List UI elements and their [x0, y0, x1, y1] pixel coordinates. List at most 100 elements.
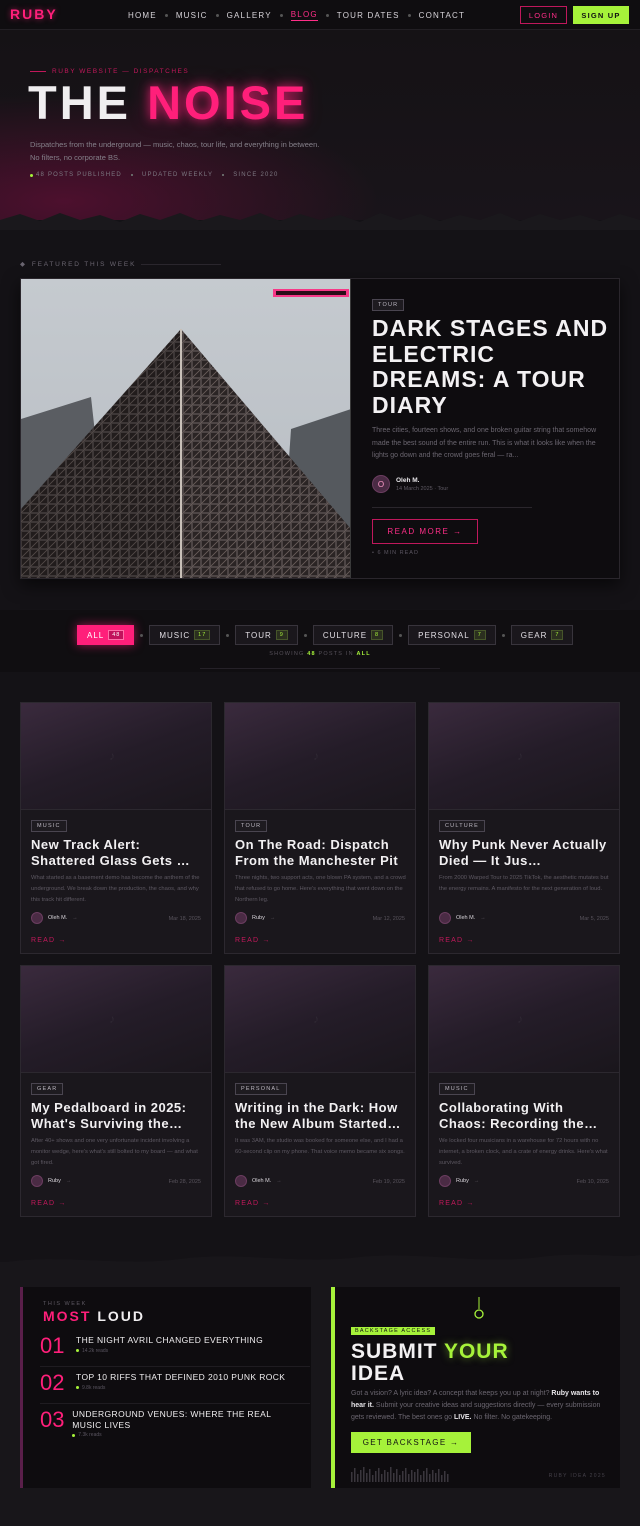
- post-title[interactable]: My Pedalboard in 2025: What's Surviving …: [31, 1100, 206, 1131]
- login-button[interactable]: LOGIN: [520, 6, 567, 24]
- post-tag[interactable]: TOUR: [235, 820, 268, 832]
- read-more-button[interactable]: READ MORE →: [372, 519, 478, 544]
- post-title[interactable]: New Track Alert: Shattered Glass Gets …: [31, 837, 206, 868]
- nav-link-blog[interactable]: BLOG: [290, 10, 318, 21]
- post-date: Mar 5, 2025: [579, 916, 609, 922]
- nav-link-music[interactable]: MUSIC: [176, 11, 208, 20]
- post-title[interactable]: Why Punk Never Actually Died — It Jus…: [439, 837, 614, 868]
- nav-link-home[interactable]: HOME: [128, 11, 157, 20]
- arrow-icon: →: [480, 915, 486, 921]
- post-author: Oleh M. →: [31, 912, 78, 924]
- post-card[interactable]: ♪ MUSIC Collaborating With Chaos: Record…: [428, 965, 620, 1217]
- post-card[interactable]: ♪ GEAR My Pedalboard in 2025: What's Sur…: [20, 965, 212, 1217]
- most-loud-title-rest: LOUD: [91, 1308, 146, 1324]
- ranked-item[interactable]: 02 TOP 10 RIFFS THAT DEFINED 2010 PUNK R…: [40, 1372, 300, 1394]
- hero-subtitle: Dispatches from the underground — music,…: [30, 140, 320, 162]
- read-link[interactable]: READ →: [439, 1200, 475, 1207]
- filter-separator: [303, 633, 307, 637]
- post-date: Feb 28, 2025: [168, 1179, 201, 1185]
- get-backstage-button[interactable]: GET BACKSTAGE →: [351, 1432, 471, 1453]
- submit-text-3: No filter. No gatekeeping.: [471, 1414, 553, 1421]
- read-link[interactable]: READ →: [235, 937, 271, 944]
- read-link[interactable]: READ →: [31, 937, 67, 944]
- submit-footer-label: RUBY IDEA 2025: [548, 1473, 606, 1479]
- author-name: Oleh M.: [396, 476, 420, 484]
- logo[interactable]: RUBY: [10, 6, 58, 22]
- nav-link-gallery[interactable]: GALLERY: [227, 11, 272, 20]
- hero-torn-edge: [0, 213, 640, 230]
- filter-label: MUSIC: [159, 630, 191, 640]
- filter-separator: [140, 633, 144, 637]
- filter-gear[interactable]: GEAR 7: [510, 625, 574, 645]
- post-excerpt: After 40+ shows and one very unfortunate…: [31, 1138, 198, 1166]
- post-thumbnail[interactable]: ♪: [225, 703, 415, 810]
- meta-updated: UPDATED WEEKLY: [141, 172, 214, 178]
- featured-title[interactable]: DARK STAGES AND ELECTRIC DREAMS: A TOUR …: [372, 315, 612, 418]
- post-tag[interactable]: PERSONAL: [235, 1083, 287, 1095]
- post-date: Feb 10, 2025: [576, 1179, 609, 1185]
- featured-post-card[interactable]: TOUR DARK STAGES AND ELECTRIC DREAMS: A …: [20, 278, 620, 579]
- ranked-item[interactable]: 01 THE NIGHT AVRIL CHANGED EVERYTHING 14.…: [40, 1335, 300, 1357]
- read-link[interactable]: READ →: [31, 1200, 67, 1207]
- rank-number: 01: [40, 1333, 65, 1358]
- hero-title-part1: THE: [28, 76, 148, 129]
- read-link[interactable]: READ →: [235, 1200, 271, 1207]
- filter-count: 8: [371, 630, 384, 640]
- post-thumbnail[interactable]: ♪: [429, 703, 619, 810]
- divider: [40, 1403, 310, 1404]
- post-title[interactable]: On The Road: Dispatch From the Mancheste…: [235, 837, 410, 868]
- ranked-item-body: TOP 10 RIFFS THAT DEFINED 2010 PUNK ROCK…: [76, 1372, 285, 1394]
- nav-link-tour-dates[interactable]: TOUR DATES: [337, 11, 400, 20]
- post-tag[interactable]: GEAR: [31, 1083, 64, 1095]
- post-tag[interactable]: MUSIC: [31, 820, 67, 832]
- filter-culture[interactable]: CULTURE 8: [312, 625, 394, 645]
- submit-idea-panel: BACKSTAGE ACCESS SUBMIT YOUR IDEA Got a v…: [331, 1287, 620, 1488]
- showing-middle: POSTS IN: [315, 651, 357, 657]
- post-author: Ruby →: [235, 912, 275, 924]
- filter-label: GEAR: [520, 630, 548, 640]
- post-date: Feb 19, 2025: [372, 1179, 405, 1185]
- filter-music[interactable]: MUSIC 17: [149, 625, 221, 645]
- read-time: • 6 MIN READ: [372, 550, 419, 556]
- post-thumbnail[interactable]: ♪: [21, 703, 211, 810]
- post-excerpt: What started as a basement demo has beco…: [31, 875, 200, 903]
- avatar: [439, 1175, 451, 1187]
- nav-link-contact[interactable]: CONTACT: [419, 11, 465, 20]
- submit-text-live: LIVE.: [454, 1414, 472, 1421]
- filter-tour[interactable]: TOUR 9: [235, 625, 298, 645]
- ranked-item-body: THE NIGHT AVRIL CHANGED EVERYTHING 14.2k …: [76, 1335, 263, 1357]
- post-card[interactable]: ♪ CULTURE Why Punk Never Actually Died —…: [428, 702, 620, 954]
- post-tag[interactable]: MUSIC: [439, 1083, 475, 1095]
- ranked-item[interactable]: 03 UNDERGROUND VENUES: WHERE THE REAL MU…: [40, 1409, 300, 1439]
- ranked-item-title[interactable]: UNDERGROUND VENUES: WHERE THE REAL MUSIC…: [72, 1409, 300, 1430]
- post-thumbnail[interactable]: ♪: [429, 966, 619, 1073]
- featured-image[interactable]: [21, 279, 351, 578]
- post-card[interactable]: ♪ MUSIC New Track Alert: Shattered Glass…: [20, 702, 212, 954]
- building-illustration: [21, 279, 350, 578]
- ranked-item-reads: 14.2k reads: [76, 1348, 263, 1354]
- post-card[interactable]: ♪ PERSONAL Writing in the Dark: How the …: [224, 965, 416, 1217]
- ranked-item-title[interactable]: TOP 10 RIFFS THAT DEFINED 2010 PUNK ROCK: [76, 1372, 285, 1383]
- filter-personal[interactable]: PERSONAL 7: [408, 625, 496, 645]
- post-author: Ruby →: [439, 1175, 479, 1187]
- ranked-item-title[interactable]: THE NIGHT AVRIL CHANGED EVERYTHING: [76, 1335, 263, 1346]
- rank-number: 02: [40, 1370, 65, 1395]
- post-tag[interactable]: CULTURE: [439, 820, 485, 832]
- nav-separator: [279, 14, 283, 17]
- post-date: Mar 12, 2025: [372, 916, 405, 922]
- music-note-icon: ♪: [109, 1012, 115, 1026]
- post-card[interactable]: ♪ TOUR On The Road: Dispatch From the Ma…: [224, 702, 416, 954]
- read-link[interactable]: READ →: [439, 937, 475, 944]
- music-note-icon: ♪: [313, 749, 319, 763]
- featured-tag[interactable]: TOUR: [372, 299, 405, 311]
- filter-all[interactable]: ALL 48: [77, 625, 135, 645]
- post-thumbnail[interactable]: ♪: [21, 966, 211, 1073]
- signup-button[interactable]: SIGN UP: [573, 6, 629, 24]
- hero-title: THE NOISE: [28, 77, 308, 129]
- hero-title-part2: NOISE: [147, 76, 309, 129]
- kicker-line: [30, 71, 46, 72]
- post-thumbnail[interactable]: ♪: [225, 966, 415, 1073]
- hero-meta: 48 POSTS PUBLISHED UPDATED WEEKLY SINCE …: [30, 172, 279, 178]
- post-title[interactable]: Collaborating With Chaos: Recording the…: [439, 1100, 614, 1131]
- post-title[interactable]: Writing in the Dark: How the New Album S…: [235, 1100, 410, 1131]
